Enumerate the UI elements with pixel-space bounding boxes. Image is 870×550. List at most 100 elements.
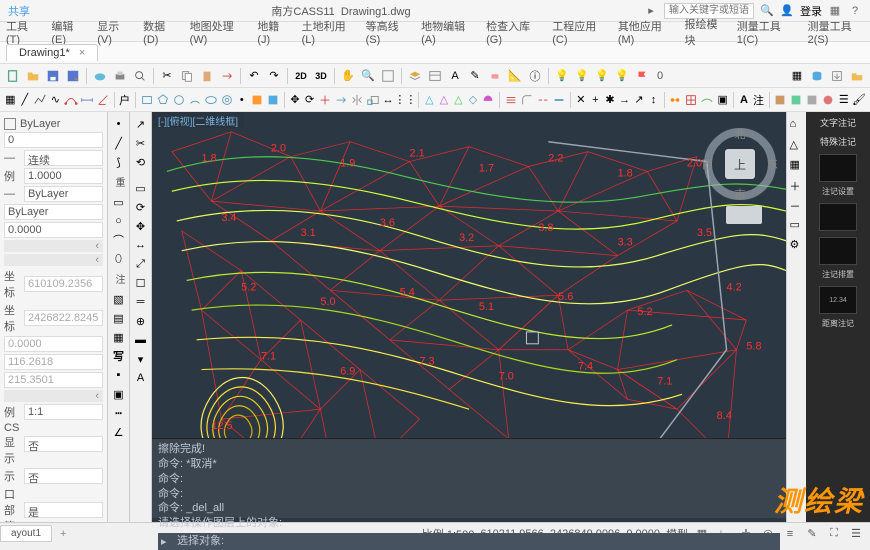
compass-north[interactable]: 北 bbox=[735, 126, 746, 142]
eraser-icon[interactable] bbox=[486, 67, 504, 85]
apps-icon[interactable]: ▦ bbox=[828, 4, 842, 18]
angle-icon[interactable] bbox=[96, 91, 110, 109]
ed1-icon[interactable]: ↗ bbox=[133, 116, 149, 132]
reg-icon[interactable]: ▣ bbox=[111, 386, 127, 402]
star-icon[interactable]: ✱ bbox=[604, 91, 617, 109]
export-icon[interactable] bbox=[828, 67, 846, 85]
menu-survey2[interactable]: 测量工具2(S) bbox=[808, 18, 864, 46]
ed12-icon[interactable]: ▬ bbox=[133, 332, 149, 348]
misc4-icon[interactable] bbox=[821, 91, 835, 109]
ed6-icon[interactable]: ✥ bbox=[133, 218, 149, 234]
menu-plot[interactable]: 报绘模块 bbox=[684, 16, 722, 48]
table-icon[interactable]: ▦ bbox=[111, 329, 127, 345]
menu-edit[interactable]: 编辑(E) bbox=[51, 18, 83, 46]
viewport-label[interactable]: [-][俯视][二维线框] bbox=[152, 112, 244, 128]
vert-icon[interactable]: ↕ bbox=[647, 91, 660, 109]
spline-icon[interactable]: ∿ bbox=[49, 91, 62, 109]
menu-contour[interactable]: 等高线(S) bbox=[366, 18, 407, 46]
ratio-field[interactable]: 1:1 bbox=[24, 404, 103, 420]
mirror-icon[interactable] bbox=[350, 91, 364, 109]
lwt-icon[interactable]: ≡ bbox=[782, 526, 798, 542]
thickness-field[interactable]: 0.0000 bbox=[4, 222, 103, 238]
thumb-2[interactable] bbox=[819, 203, 857, 231]
pt2-icon[interactable]: ▪ bbox=[111, 367, 127, 383]
undo-icon[interactable]: ↶ bbox=[245, 67, 263, 85]
search-dropdown-icon[interactable]: ▸ bbox=[644, 4, 658, 18]
grad2-icon[interactable]: ▤ bbox=[111, 310, 127, 326]
thumb-3[interactable] bbox=[819, 237, 857, 265]
hatch-icon[interactable] bbox=[250, 91, 264, 109]
diag-icon[interactable]: ↗ bbox=[633, 91, 646, 109]
tri-icon[interactable]: △ bbox=[423, 91, 436, 109]
document-tab[interactable]: Drawing1* × bbox=[6, 44, 98, 61]
measure-icon[interactable]: 📐 bbox=[506, 67, 524, 85]
db-icon[interactable] bbox=[808, 67, 826, 85]
new-icon[interactable] bbox=[4, 67, 22, 85]
2d-icon[interactable]: 2D bbox=[292, 67, 310, 85]
ellipse-icon[interactable] bbox=[204, 91, 218, 109]
linetype-field[interactable]: 连续 bbox=[24, 150, 103, 166]
parc-icon[interactable]: ⟆ bbox=[111, 154, 127, 170]
ell2-icon[interactable]: ⬯ bbox=[111, 251, 127, 267]
dash-icon[interactable]: ┅ bbox=[111, 405, 127, 421]
menu-map[interactable]: 地图处理(W) bbox=[190, 18, 244, 46]
ed11-icon[interactable]: ⊕ bbox=[133, 313, 149, 329]
ltscale-field[interactable]: 1.0000 bbox=[24, 168, 103, 184]
surf-icon[interactable] bbox=[700, 91, 714, 109]
eq-field[interactable]: 是 bbox=[24, 502, 103, 518]
trim-icon[interactable] bbox=[318, 91, 332, 109]
collapse-1[interactable]: ‹ bbox=[4, 240, 103, 252]
nav-gear-icon[interactable]: ⚙ bbox=[790, 238, 804, 252]
circle-icon[interactable] bbox=[172, 91, 186, 109]
layer-icon[interactable] bbox=[406, 67, 424, 85]
ed14-icon[interactable]: A bbox=[133, 370, 149, 386]
move-icon[interactable]: ✥ bbox=[289, 91, 302, 109]
misc3-icon[interactable] bbox=[805, 91, 819, 109]
ann-icon[interactable]: ✎ bbox=[804, 526, 820, 542]
arc-icon[interactable] bbox=[188, 91, 202, 109]
break-icon[interactable] bbox=[536, 91, 550, 109]
stretch-icon[interactable]: ↔ bbox=[382, 91, 395, 109]
ed10-icon[interactable]: ═ bbox=[133, 294, 149, 310]
copy-icon[interactable] bbox=[178, 67, 196, 85]
dim-icon[interactable] bbox=[80, 91, 94, 109]
cut-icon[interactable]: ✂ bbox=[158, 67, 176, 85]
circ2-icon[interactable]: ○ bbox=[111, 213, 127, 229]
pline-icon[interactable] bbox=[33, 91, 47, 109]
ed8-icon[interactable]: ⤢ bbox=[133, 256, 149, 272]
draw-icon[interactable]: A bbox=[446, 67, 464, 85]
bulb1-icon[interactable]: 💡 bbox=[553, 67, 571, 85]
text2-icon[interactable]: A bbox=[738, 91, 751, 109]
layer-field[interactable]: 0 bbox=[4, 132, 103, 148]
expand-icon[interactable]: ⛶ bbox=[826, 526, 842, 542]
tab-close-icon[interactable]: × bbox=[79, 47, 85, 59]
gradient-icon[interactable] bbox=[266, 91, 280, 109]
help-icon[interactable]: ? bbox=[848, 4, 862, 18]
quad-icon[interactable]: ◇ bbox=[467, 91, 480, 109]
anno-icon[interactable]: 注 bbox=[752, 91, 765, 109]
preview-icon[interactable] bbox=[131, 67, 149, 85]
bulb4-icon[interactable]: 💡 bbox=[613, 67, 631, 85]
menu-cadastre[interactable]: 地籍(J) bbox=[257, 18, 287, 46]
login-link[interactable]: 登录 bbox=[800, 3, 822, 19]
cross-icon[interactable]: ✕ bbox=[575, 91, 588, 109]
menu-icon[interactable]: ☰ bbox=[848, 526, 864, 542]
cloud-icon[interactable] bbox=[91, 67, 109, 85]
menu-survey1[interactable]: 测量工具1(C) bbox=[737, 18, 794, 46]
print-icon[interactable] bbox=[111, 67, 129, 85]
ins-icon[interactable]: 写 bbox=[111, 348, 127, 364]
pan-icon[interactable]: ✋ bbox=[339, 67, 357, 85]
saveas-icon[interactable] bbox=[64, 67, 82, 85]
fill-icon[interactable] bbox=[481, 91, 495, 109]
ed4-icon[interactable]: ▭ bbox=[133, 180, 149, 196]
compass-south[interactable]: 南 bbox=[735, 186, 746, 202]
line-icon[interactable]: ╱ bbox=[19, 91, 32, 109]
layout-tab[interactable]: ayout1 bbox=[0, 525, 52, 542]
rotate-icon[interactable]: ⟳ bbox=[303, 91, 316, 109]
view-cube[interactable]: 上 北 南 东 西 bbox=[704, 128, 776, 200]
zoom-icon[interactable]: 🔍 bbox=[359, 67, 377, 85]
collapse-2[interactable]: ‹ bbox=[4, 254, 103, 266]
info-icon[interactable]: ⓘ bbox=[526, 67, 544, 85]
match-icon[interactable] bbox=[218, 67, 236, 85]
draw2-icon[interactable]: ✎ bbox=[466, 67, 484, 85]
